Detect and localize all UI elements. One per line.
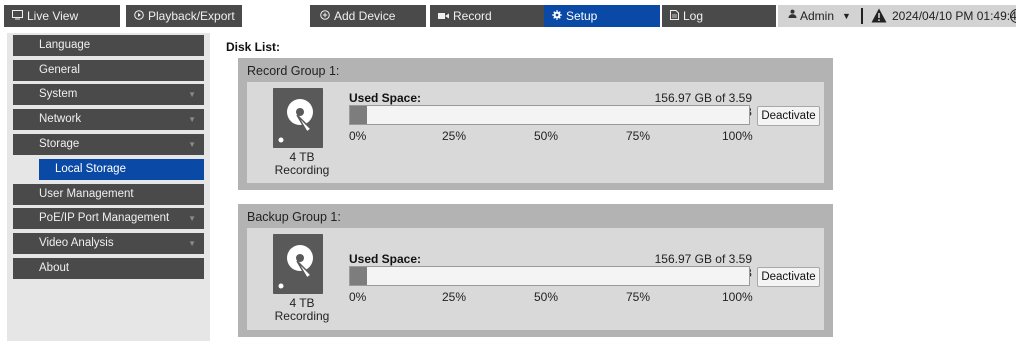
divider (861, 8, 863, 24)
tab-log-label: Log (683, 9, 704, 23)
tick-label: 100% (722, 129, 753, 143)
sidebar-item-local-storage[interactable]: Local Storage (39, 159, 204, 180)
sidebar-item-label: Network (39, 113, 82, 125)
sidebar-item-system[interactable]: System ▼ (13, 84, 204, 105)
tab-live-view[interactable]: Live View (4, 5, 120, 27)
sidebar-item-label: General (39, 64, 80, 76)
user-menu[interactable]: Admin (800, 5, 834, 27)
sidebar-item-label: System (39, 88, 78, 100)
usage-progress-fill (350, 267, 368, 285)
chevron-down-icon: ▼ (188, 214, 196, 223)
hard-drive-icon (273, 88, 323, 148)
user-icon (788, 5, 797, 27)
disk-card: 4 TB Recording Used Space: 156.97 GB of … (247, 82, 824, 183)
document-icon (670, 6, 679, 27)
sidebar-item-about[interactable]: About (13, 258, 204, 279)
group-title: Record Group 1: (247, 64, 340, 78)
usage-progress-bar (349, 266, 750, 286)
sidebar-item-general[interactable]: General (13, 60, 204, 81)
sidebar-item-network[interactable]: Network ▼ (13, 109, 204, 130)
tab-playback-export-label: Playback/Export (148, 9, 235, 23)
sidebar: Language General System ▼ Network ▼ Storag… (7, 33, 210, 341)
tab-record-label: Record (453, 9, 492, 23)
chevron-down-icon: ▼ (188, 140, 196, 149)
top-navigation-bar: Live View Playback/Export Add Device Rec… (0, 0, 1016, 33)
tick-label: 50% (534, 129, 559, 143)
used-space-label: Used Space: (349, 91, 422, 105)
tick-label: 50% (534, 290, 559, 304)
tick-label: 25% (442, 290, 467, 304)
tab-add-device-label: Add Device (334, 9, 396, 23)
chevron-down-icon[interactable]: ▼ (842, 5, 851, 27)
used-space-label: Used Space: (349, 252, 422, 266)
sidebar-item-language[interactable]: Language (13, 35, 204, 56)
main-content: Disk List: Record Group 1: 4 TB Recordin… (210, 33, 1016, 341)
hard-drive-icon (273, 234, 323, 294)
tick-label: 75% (626, 129, 651, 143)
tick-label: 0% (349, 129, 367, 143)
sidebar-item-label: Local Storage (55, 163, 126, 175)
sidebar-item-label: PoE/IP Port Management (39, 212, 170, 224)
tick-label: 25% (442, 129, 467, 143)
tick-label: 0% (349, 290, 367, 304)
page-title: Disk List: (226, 40, 281, 54)
usage-progress-bar (349, 105, 750, 125)
warning-icon[interactable] (871, 8, 887, 23)
usage-progress-fill (350, 106, 368, 124)
record-group-panel: Record Group 1: 4 TB Recording Used Spac… (238, 58, 833, 190)
gear-icon (552, 6, 562, 27)
tick-label: 75% (626, 290, 651, 304)
backup-group-panel: Backup Group 1: 4 TB Recording Used Spac… (238, 204, 833, 337)
monitor-icon (12, 6, 23, 27)
deactivate-button[interactable]: Deactivate (757, 106, 820, 126)
group-title: Backup Group 1: (247, 210, 341, 224)
sidebar-item-label: Language (39, 39, 91, 51)
sidebar-item-storage[interactable]: Storage ▼ (13, 134, 204, 155)
sidebar-item-label: Storage (39, 138, 80, 150)
sidebar-item-label: About (39, 262, 70, 274)
disk-mode: Recording (274, 163, 330, 177)
plus-circle-icon (320, 6, 330, 27)
disk-card: 4 TB Recording Used Space: 156.97 GB of … (247, 228, 824, 330)
sidebar-item-poe-ip-port-management[interactable]: PoE/IP Port Management ▼ (13, 208, 204, 229)
status-area: Admin ▼ 2024/04/10 PM 01:49:40 (778, 5, 1016, 27)
tab-setup-label: Setup (566, 9, 598, 23)
tab-log[interactable]: Log (662, 5, 776, 27)
sidebar-item-video-analysis[interactable]: Video Analysis ▼ (13, 233, 204, 254)
deactivate-button[interactable]: Deactivate (757, 267, 820, 287)
sidebar-item-label: Video Analysis (39, 237, 114, 249)
tab-live-view-label: Live View (27, 9, 79, 23)
sidebar-item-label: User Management (39, 188, 134, 200)
chevron-down-icon: ▼ (188, 90, 196, 99)
tick-label: 100% (722, 290, 753, 304)
sidebar-item-user-management[interactable]: User Management (13, 184, 204, 205)
datetime-display: 2024/04/10 PM 01:49:40 (892, 9, 1016, 23)
chevron-down-icon: ▼ (188, 115, 196, 124)
chevron-down-icon: ▼ (188, 239, 196, 248)
tab-playback-export[interactable]: Playback/Export (126, 5, 242, 27)
play-circle-icon (134, 6, 144, 27)
tab-record[interactable]: Record (430, 5, 546, 27)
tab-setup[interactable]: Setup (544, 5, 660, 27)
tab-add-device[interactable]: Add Device (310, 5, 426, 27)
disk-mode: Recording (274, 309, 330, 323)
record-icon (438, 6, 449, 27)
